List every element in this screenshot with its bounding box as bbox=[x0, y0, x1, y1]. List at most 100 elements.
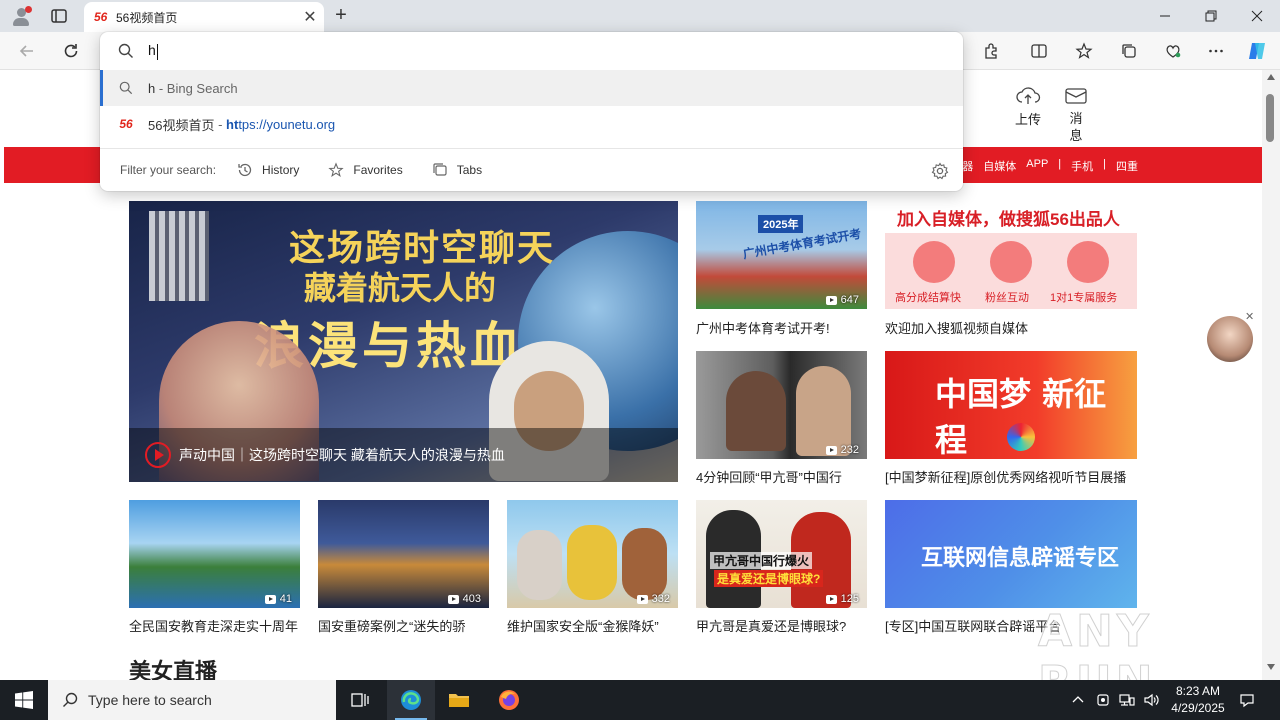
site-favicon: 56 bbox=[119, 117, 133, 131]
address-input[interactable]: h bbox=[100, 32, 963, 70]
close-window-button[interactable] bbox=[1234, 0, 1280, 32]
suggestion-site[interactable]: 56 56视频首页 - https://younetu.org bbox=[100, 106, 963, 142]
suggestion-suffix: - Bing Search bbox=[155, 80, 238, 96]
ad-banner-headline: 互联网信息辟谣专区 bbox=[921, 545, 1120, 570]
scroll-down-arrow[interactable] bbox=[1267, 664, 1275, 670]
ad-banner-headline: 加入自媒体，做搜狐56出品人 bbox=[885, 201, 1137, 233]
network-icon[interactable] bbox=[1116, 680, 1138, 720]
video-thumbnail[interactable]: 232 bbox=[696, 351, 867, 459]
nav-link[interactable]: 四重 bbox=[1116, 158, 1138, 174]
browser-titlebar: 56 56视频首页 ✕ + bbox=[0, 0, 1280, 32]
taskbar-search-box[interactable]: Type here to search bbox=[48, 680, 336, 720]
profile-icon[interactable] bbox=[8, 4, 34, 28]
ad-feature-text: 粉丝互动 bbox=[985, 292, 1029, 304]
filter-label: Filter your search: bbox=[120, 163, 217, 177]
windows-taskbar: Type here to search 8:23 AM 4/29/2025 bbox=[0, 680, 1280, 720]
video-thumbnail[interactable]: 403 bbox=[318, 500, 489, 608]
active-tab[interactable]: 56 56视频首页 ✕ bbox=[84, 2, 324, 32]
video-title[interactable]: 甲亢哥是真爱还是博眼球? bbox=[696, 616, 871, 635]
taskbar-clock[interactable]: 8:23 AM 4/29/2025 bbox=[1160, 683, 1236, 717]
nav-link[interactable]: 自媒体 bbox=[983, 158, 1016, 174]
site-nav-links: 播放器自媒体APP|手机|四重 bbox=[940, 158, 1138, 174]
ad-feature-text: 高分成结算快 bbox=[895, 292, 961, 304]
thumb-person-graphic bbox=[726, 371, 786, 451]
tab-actions-icon[interactable] bbox=[50, 7, 68, 25]
filter-history[interactable]: History bbox=[236, 161, 299, 179]
taskbar-file-explorer-icon[interactable] bbox=[435, 680, 483, 720]
video-thumbnail[interactable]: 甲亢哥中国行爆火 是真爱还是博眼球? 125 bbox=[696, 500, 867, 608]
tray-chevron-up-icon[interactable] bbox=[1068, 680, 1088, 720]
notification-icon[interactable] bbox=[1234, 680, 1260, 720]
filter-favorites-label: Favorites bbox=[353, 163, 403, 177]
nav-link[interactable]: APP bbox=[1026, 158, 1048, 174]
video-thumbnail[interactable]: 332 bbox=[507, 500, 678, 608]
collections-icon[interactable] bbox=[1118, 40, 1140, 62]
hero-banner[interactable]: 这场跨时空聊天 藏着航天人的 浪漫与热血 声动中国｜这场跨时空聊天 藏着航天人的… bbox=[129, 201, 678, 482]
hero-headline-line2: 藏着航天人的 bbox=[304, 269, 497, 307]
video-title[interactable]: 广州中考体育考试开考! bbox=[696, 318, 871, 337]
tray-app-icon[interactable] bbox=[1092, 680, 1114, 720]
filter-favorites[interactable]: Favorites bbox=[327, 161, 403, 179]
page-scrollbar[interactable] bbox=[1262, 70, 1280, 680]
upload-link[interactable]: 上传 bbox=[1012, 86, 1044, 128]
filter-tabs-label: Tabs bbox=[456, 163, 483, 177]
suggestion-url: https://younetu.org bbox=[226, 116, 336, 132]
play-icon[interactable] bbox=[145, 442, 171, 468]
tab-close-icon[interactable]: ✕ bbox=[296, 7, 324, 27]
hero-caption[interactable]: 声动中国｜这场跨时空聊天 藏着航天人的浪漫与热血 bbox=[129, 428, 678, 482]
messages-link[interactable]: 消息 bbox=[1062, 86, 1090, 144]
ad-title[interactable]: 欢迎加入搜狐视频自媒体 bbox=[885, 318, 1145, 337]
new-tab-button[interactable]: + bbox=[330, 5, 352, 27]
video-title[interactable]: 维护国家安全版“金猴降妖” bbox=[507, 616, 682, 635]
floating-close-icon[interactable]: ✕ bbox=[1245, 310, 1254, 323]
volume-icon[interactable] bbox=[1140, 680, 1162, 720]
video-thumbnail[interactable]: 2025年 广州中考体育考试开考 647 bbox=[696, 201, 867, 309]
split-screen-icon[interactable] bbox=[1028, 40, 1050, 62]
taskbar-edge-icon[interactable] bbox=[387, 680, 435, 720]
ad-banner-rumor[interactable]: 互联网信息辟谣专区 bbox=[885, 500, 1137, 608]
thumb-cartoon-graphic bbox=[567, 525, 617, 600]
tab-favicon: 56 bbox=[94, 10, 108, 24]
browser-essentials-icon[interactable] bbox=[1162, 40, 1184, 62]
ad-banner-chinadream[interactable]: 中国梦 新征程 bbox=[885, 351, 1137, 459]
suggestion-bing-search[interactable]: h - Bing Search bbox=[100, 70, 963, 106]
copilot-icon[interactable] bbox=[1246, 40, 1268, 62]
refresh-icon[interactable] bbox=[58, 39, 84, 63]
task-view-icon[interactable] bbox=[336, 680, 384, 720]
minimize-button[interactable] bbox=[1142, 0, 1188, 32]
back-arrow-icon[interactable] bbox=[14, 39, 40, 63]
search-icon bbox=[118, 43, 133, 58]
taskbar-firefox-icon[interactable] bbox=[485, 680, 533, 720]
ad-circle-icon bbox=[913, 241, 955, 283]
clock-time: 8:23 AM bbox=[1175, 684, 1221, 698]
hero-caption-text: 声动中国｜这场跨时空聊天 藏着航天人的浪漫与热血 bbox=[179, 447, 505, 463]
video-thumbnail[interactable]: 41 bbox=[129, 500, 300, 608]
windows-start-icon[interactable] bbox=[0, 680, 48, 720]
scroll-up-arrow[interactable] bbox=[1267, 74, 1275, 80]
ad-banner-headline: 中国梦 新征程 bbox=[935, 375, 1107, 459]
video-title[interactable]: 4分钟回顾“甲亢哥”中国行 bbox=[696, 467, 871, 486]
ad-banner-media[interactable]: 加入自媒体，做搜狐56出品人 高分成结算快 粉丝互动 1对1专属服务 bbox=[885, 201, 1137, 309]
section-title: 美女直播 bbox=[129, 659, 218, 680]
star-icon bbox=[327, 161, 345, 179]
ad-logo-graphic bbox=[1007, 423, 1035, 451]
restore-button[interactable] bbox=[1188, 0, 1234, 32]
extensions-icon[interactable] bbox=[980, 40, 1002, 62]
upload-label: 上传 bbox=[1014, 112, 1041, 127]
nav-link[interactable]: 手机 bbox=[1071, 158, 1093, 174]
filter-bar: Filter your search: History Favorites Ta… bbox=[100, 148, 963, 191]
ad-feature-text: 1对1专属服务 bbox=[1050, 292, 1118, 304]
upload-cloud-icon bbox=[1016, 87, 1041, 104]
more-options-icon[interactable] bbox=[1205, 40, 1227, 62]
video-title[interactable]: 国安重磅案例之“迷失的骄 bbox=[318, 616, 493, 635]
video-title[interactable]: 全民国安教育走深走实十周年 bbox=[129, 616, 304, 635]
gear-icon[interactable] bbox=[931, 162, 949, 180]
search-icon bbox=[63, 692, 78, 707]
thumb-cartoon-graphic bbox=[622, 528, 667, 600]
scroll-thumb[interactable] bbox=[1266, 94, 1274, 142]
tab-title: 56视频首页 bbox=[116, 10, 178, 25]
ad-title[interactable]: [中国梦新征程]原创优秀网络视听节目展播 bbox=[885, 467, 1145, 486]
filter-tabs[interactable]: Tabs bbox=[431, 161, 482, 179]
favorites-star-icon[interactable] bbox=[1073, 40, 1095, 62]
suggestion-site-title: 56视频首页 bbox=[148, 117, 215, 133]
